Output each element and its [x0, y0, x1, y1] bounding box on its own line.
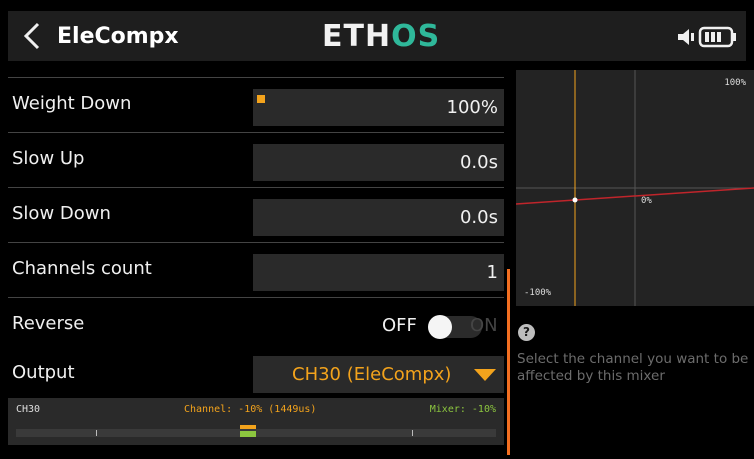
scrollbar[interactable]	[507, 269, 510, 455]
speaker-icon[interactable]	[676, 27, 696, 47]
reverse-label: Reverse	[12, 313, 85, 334]
row-channels-count: Channels count 1	[8, 242, 504, 296]
monitor-channel-name: CH30	[16, 404, 41, 415]
channels-count-field[interactable]: 1	[253, 254, 504, 291]
mixer-settings-panel: Weight Down 100% Slow Up 0.0s Slow Down …	[8, 73, 504, 459]
reverse-on-label: ON	[470, 315, 498, 336]
value-marker	[257, 95, 265, 103]
reverse-off-label: OFF	[382, 315, 417, 336]
help-text: Select the channel you want to be affect…	[517, 351, 753, 385]
row-weight-down: Weight Down 100%	[8, 77, 504, 131]
back-arrow-icon[interactable]	[18, 16, 48, 56]
slow-up-label: Slow Up	[12, 148, 85, 169]
monitor-mixer-value: Mixer: -10%	[429, 404, 496, 415]
row-slow-down: Slow Down 0.0s	[8, 187, 504, 241]
channel-output-bar	[240, 425, 256, 429]
dropdown-arrow-icon	[474, 369, 496, 381]
help-line-1: Select the channel you want to be	[517, 351, 749, 367]
ethos-logo: ETHOS	[322, 18, 440, 56]
reverse-toggle-group: OFF ON	[364, 313, 504, 339]
model-name: EleCompx	[57, 24, 179, 49]
slow-down-value: 0.0s	[459, 207, 498, 228]
logo-accent: OS	[391, 19, 441, 54]
top-bar: EleCompx ETHOS	[0, 0, 754, 73]
channel-monitor: CH30 Channel: -10% (1449us) Mixer: -10%	[8, 398, 504, 445]
monitor-tick	[96, 430, 97, 436]
monitor-track	[16, 429, 496, 437]
help-line-2: affected by this mixer	[517, 368, 665, 384]
weight-down-label: Weight Down	[12, 93, 132, 114]
curve-mid-label: 0%	[641, 196, 652, 206]
logo-main: ETH	[322, 19, 392, 54]
row-slow-up: Slow Up 0.0s	[8, 132, 504, 186]
slow-down-label: Slow Down	[12, 203, 111, 224]
monitor-channel-value: Channel: -10% (1449us)	[184, 404, 317, 415]
weight-down-value: 100%	[446, 97, 498, 118]
channels-count-label: Channels count	[12, 258, 152, 279]
row-output: Output CH30 (EleCompx)	[8, 347, 504, 401]
monitor-tick	[412, 430, 413, 436]
help-icon: ?	[518, 324, 535, 341]
output-label: Output	[12, 362, 75, 383]
curve-graph: 100% 0% -100%	[516, 70, 754, 306]
toggle-knob	[428, 315, 452, 339]
output-value: CH30 (EleCompx)	[292, 364, 452, 385]
output-select[interactable]: CH30 (EleCompx)	[253, 356, 504, 393]
curve-top-label: 100%	[724, 78, 746, 88]
weight-down-field[interactable]: 100%	[253, 89, 504, 126]
curve-bottom-label: -100%	[524, 288, 552, 298]
slow-up-field[interactable]: 0.0s	[253, 144, 504, 181]
mixer-output-bar	[240, 431, 256, 437]
curve-plot	[516, 70, 754, 306]
slow-down-field[interactable]: 0.0s	[253, 199, 504, 236]
slow-up-value: 0.0s	[459, 152, 498, 173]
row-reverse: Reverse OFF ON	[8, 297, 504, 351]
channels-count-value: 1	[486, 262, 498, 283]
battery-icon[interactable]	[698, 26, 738, 48]
